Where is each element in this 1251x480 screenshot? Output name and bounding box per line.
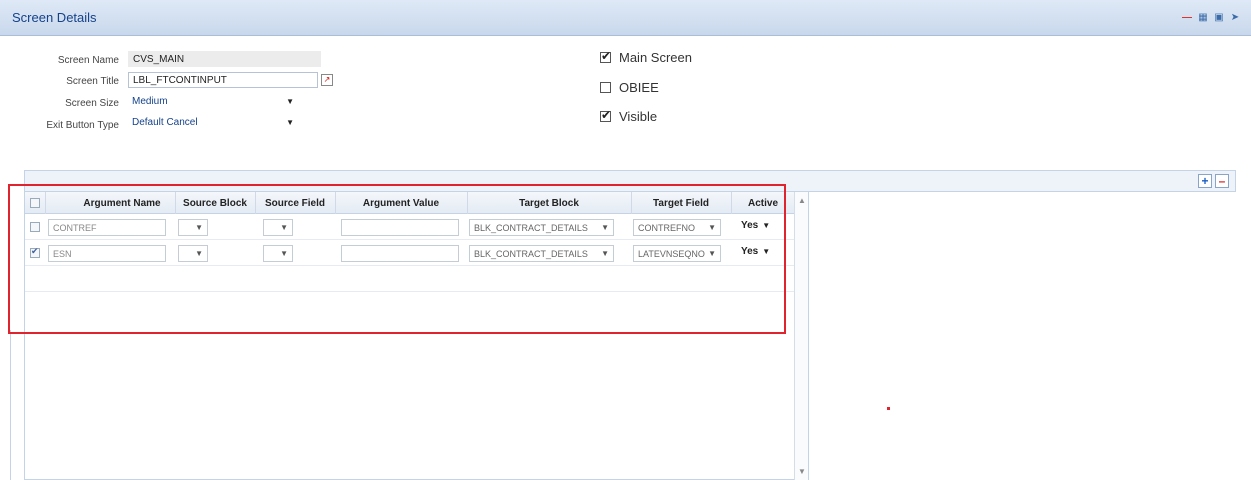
row-checkbox[interactable]: [30, 246, 40, 258]
col-header-target-field[interactable]: Target Field: [631, 198, 731, 209]
row-checkbox[interactable]: [30, 222, 40, 232]
lookup-icon[interactable]: ↗: [321, 74, 333, 86]
screen-size-value: Medium: [132, 96, 168, 107]
chevron-down-icon: ▼: [762, 221, 771, 230]
obiee-label: OBIEE: [619, 80, 659, 95]
target-block-select[interactable]: BLK_CONTRACT_DETAILS ▼: [469, 219, 614, 236]
scroll-up-icon[interactable]: ▲: [798, 196, 806, 205]
argument-value-input[interactable]: [341, 245, 459, 262]
argument-name-input[interactable]: CONTREF: [48, 219, 166, 236]
target-field-value: CONTREFNO: [638, 223, 695, 233]
screen-name-field: CVS_MAIN: [128, 51, 321, 67]
exit-button-type-select[interactable]: Default Cancel ▼: [128, 115, 298, 131]
table-row: CONTREF ▼ ▼ BLK_CONTRACT_DETAILS ▼ CONTRE…: [25, 216, 795, 240]
help-icon[interactable]: ➤: [1229, 12, 1241, 24]
col-header-argument-value[interactable]: Argument Value: [335, 198, 467, 209]
active-value: Yes: [741, 246, 759, 257]
grid-header: Argument Name Source Block Source Field …: [25, 192, 795, 214]
source-field-select[interactable]: ▼: [263, 219, 293, 236]
col-header-active[interactable]: Active: [731, 198, 795, 209]
chevron-down-icon: ▼: [195, 223, 203, 232]
table-row: ESN ▼ ▼ BLK_CONTRACT_DETAILS ▼ LATEVNSEQN…: [25, 242, 795, 266]
screen-title-field[interactable]: LBL_FTCONTINPUT: [128, 72, 318, 88]
minus-icon[interactable]: –: [1215, 174, 1229, 188]
active-select[interactable]: Yes ▼: [741, 246, 770, 257]
col-header-source-block[interactable]: Source Block: [175, 198, 255, 209]
grid-tools: + –: [1198, 174, 1229, 188]
grid-toolbar: + –: [24, 170, 1236, 192]
main-screen-option[interactable]: Main Screen: [600, 49, 692, 65]
empty-row: [25, 268, 795, 292]
plus-icon[interactable]: +: [1198, 174, 1212, 188]
chevron-down-icon: ▼: [762, 247, 771, 256]
chevron-down-icon: ▼: [195, 249, 203, 258]
col-header-target-block[interactable]: Target Block: [467, 198, 631, 209]
arguments-grid: Argument Name Source Block Source Field …: [24, 192, 809, 480]
annotation-dot: [887, 407, 890, 410]
argument-value-input[interactable]: [341, 219, 459, 236]
visible-option[interactable]: Visible: [600, 108, 658, 124]
target-field-select[interactable]: CONTREFNO ▼: [633, 219, 721, 236]
visible-label: Visible: [619, 109, 658, 124]
target-field-select[interactable]: LATEVNSEQNO ▼: [633, 245, 721, 262]
chevron-down-icon: ▼: [601, 223, 609, 232]
window-controls: — ▦ ▣ ➤: [1181, 12, 1241, 24]
target-block-value: BLK_CONTRACT_DETAILS: [474, 223, 588, 233]
screen-title-label: Screen Title: [66, 76, 119, 87]
source-field-select[interactable]: ▼: [263, 245, 293, 262]
exit-button-type-label: Exit Button Type: [46, 120, 119, 131]
target-field-value: LATEVNSEQNO: [638, 249, 705, 259]
select-all-checkbox[interactable]: [30, 198, 40, 208]
restore-icon[interactable]: ▦: [1197, 12, 1209, 24]
target-block-select[interactable]: BLK_CONTRACT_DETAILS ▼: [469, 245, 614, 262]
main-screen-checkbox[interactable]: [600, 49, 611, 63]
obiee-option[interactable]: OBIEE: [600, 80, 659, 95]
obiee-checkbox[interactable]: [600, 82, 611, 93]
screen-name-label: Screen Name: [57, 55, 119, 66]
source-block-select[interactable]: ▼: [178, 245, 208, 262]
chevron-down-icon: ▼: [286, 118, 294, 127]
minimize-icon[interactable]: —: [1181, 12, 1193, 24]
scroll-down-icon[interactable]: ▼: [798, 467, 806, 476]
window-titlebar: Screen Details — ▦ ▣ ➤: [0, 0, 1251, 36]
maximize-icon[interactable]: ▣: [1213, 12, 1225, 24]
chevron-down-icon: ▼: [601, 249, 609, 258]
chevron-down-icon: ▼: [708, 249, 716, 258]
chevron-down-icon: ▼: [280, 249, 288, 258]
screen-size-select[interactable]: Medium ▼: [128, 94, 298, 110]
window-title: Screen Details: [12, 10, 97, 25]
main-screen-label: Main Screen: [619, 50, 692, 65]
visible-checkbox[interactable]: [600, 108, 611, 122]
argument-name-input[interactable]: ESN: [48, 245, 166, 262]
divider: [10, 330, 11, 480]
chevron-down-icon: ▼: [708, 223, 716, 232]
source-block-select[interactable]: ▼: [178, 219, 208, 236]
chevron-down-icon: ▼: [286, 97, 294, 106]
vertical-scrollbar[interactable]: ▲ ▼: [794, 192, 808, 480]
target-block-value: BLK_CONTRACT_DETAILS: [474, 249, 588, 259]
active-select[interactable]: Yes ▼: [741, 220, 770, 231]
active-value: Yes: [741, 220, 759, 231]
exit-button-type-value: Default Cancel: [132, 117, 198, 128]
screen-size-label: Screen Size: [65, 98, 119, 109]
chevron-down-icon: ▼: [280, 223, 288, 232]
col-header-source-field[interactable]: Source Field: [255, 198, 335, 209]
